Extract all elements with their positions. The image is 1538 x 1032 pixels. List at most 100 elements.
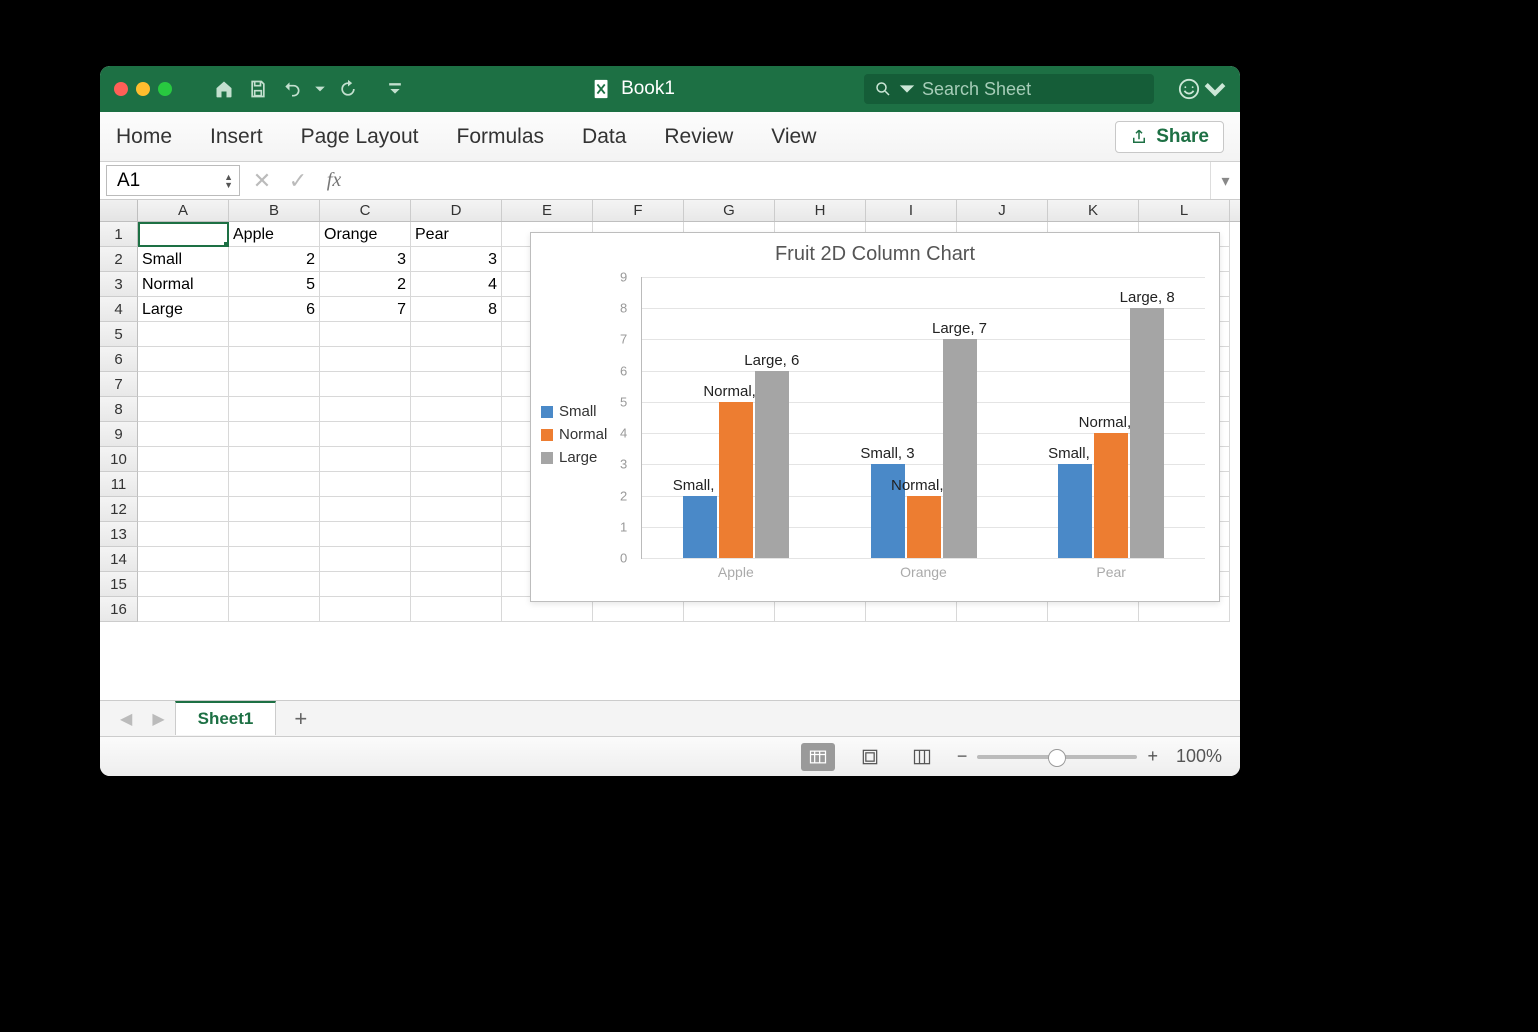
chart-bar[interactable]: [719, 402, 753, 558]
col-header-B[interactable]: B: [229, 200, 320, 221]
cell-B1[interactable]: Apple: [229, 222, 320, 247]
name-box[interactable]: A1 ▲▼: [106, 165, 240, 196]
cell-C11[interactable]: [320, 472, 411, 497]
cell-C13[interactable]: [320, 522, 411, 547]
col-header-C[interactable]: C: [320, 200, 411, 221]
cell-C3[interactable]: 2: [320, 272, 411, 297]
select-all-corner[interactable]: [100, 200, 138, 221]
row-header[interactable]: 7: [100, 372, 138, 397]
cell-D16[interactable]: [411, 597, 502, 622]
cell-B14[interactable]: [229, 547, 320, 572]
next-sheet-button[interactable]: ▶: [142, 709, 174, 729]
home-icon[interactable]: [212, 77, 236, 101]
cell-B16[interactable]: [229, 597, 320, 622]
row-header[interactable]: 12: [100, 497, 138, 522]
cell-A2[interactable]: Small: [138, 247, 229, 272]
view-normal-button[interactable]: [801, 743, 835, 771]
cell-C5[interactable]: [320, 322, 411, 347]
embedded-chart[interactable]: Fruit 2D Column Chart Small Normal Large…: [530, 232, 1220, 602]
row-header[interactable]: 15: [100, 572, 138, 597]
row-header[interactable]: 5: [100, 322, 138, 347]
cell-D5[interactable]: [411, 322, 502, 347]
sheet-tab-sheet1[interactable]: Sheet1: [175, 701, 277, 735]
cell-C15[interactable]: [320, 572, 411, 597]
col-header-E[interactable]: E: [502, 200, 593, 221]
row-header[interactable]: 3: [100, 272, 138, 297]
cell-A15[interactable]: [138, 572, 229, 597]
cell-A7[interactable]: [138, 372, 229, 397]
cell-D14[interactable]: [411, 547, 502, 572]
col-header-D[interactable]: D: [411, 200, 502, 221]
tab-home[interactable]: Home: [116, 125, 172, 149]
cell-A6[interactable]: [138, 347, 229, 372]
row-header[interactable]: 1: [100, 222, 138, 247]
cell-A9[interactable]: [138, 422, 229, 447]
cell-C16[interactable]: [320, 597, 411, 622]
cell-D15[interactable]: [411, 572, 502, 597]
cell-C10[interactable]: [320, 447, 411, 472]
cell-A4[interactable]: Large: [138, 297, 229, 322]
cell-B7[interactable]: [229, 372, 320, 397]
col-header-G[interactable]: G: [684, 200, 775, 221]
undo-dropdown-icon[interactable]: [314, 77, 326, 101]
cell-A3[interactable]: Normal: [138, 272, 229, 297]
zoom-slider[interactable]: [977, 755, 1137, 759]
cell-B12[interactable]: [229, 497, 320, 522]
chart-bar[interactable]: [907, 496, 941, 558]
cell-A10[interactable]: [138, 447, 229, 472]
cell-B10[interactable]: [229, 447, 320, 472]
row-header[interactable]: 13: [100, 522, 138, 547]
cell-D3[interactable]: 4: [411, 272, 502, 297]
col-header-F[interactable]: F: [593, 200, 684, 221]
tab-data[interactable]: Data: [582, 125, 626, 149]
cell-B9[interactable]: [229, 422, 320, 447]
row-header[interactable]: 14: [100, 547, 138, 572]
cell-C14[interactable]: [320, 547, 411, 572]
cell-B5[interactable]: [229, 322, 320, 347]
cell-A8[interactable]: [138, 397, 229, 422]
cell-D11[interactable]: [411, 472, 502, 497]
col-header-L[interactable]: L: [1139, 200, 1230, 221]
cell-C4[interactable]: 7: [320, 297, 411, 322]
view-page-layout-button[interactable]: [853, 743, 887, 771]
prev-sheet-button[interactable]: ◀: [110, 709, 142, 729]
redo-icon[interactable]: [336, 77, 360, 101]
formula-input[interactable]: [352, 162, 1210, 199]
cell-D1[interactable]: Pear: [411, 222, 502, 247]
tab-formulas[interactable]: Formulas: [457, 125, 545, 149]
qat-customize-icon[interactable]: [388, 77, 402, 101]
row-header[interactable]: 8: [100, 397, 138, 422]
row-header[interactable]: 11: [100, 472, 138, 497]
cell-C7[interactable]: [320, 372, 411, 397]
col-header-A[interactable]: A: [138, 200, 229, 221]
zoom-out-button[interactable]: −: [957, 746, 968, 767]
maximize-window-button[interactable]: [158, 82, 172, 96]
cell-B3[interactable]: 5: [229, 272, 320, 297]
cancel-formula-button[interactable]: ✕: [244, 162, 280, 199]
col-header-H[interactable]: H: [775, 200, 866, 221]
cell-D4[interactable]: 8: [411, 297, 502, 322]
cell-A1[interactable]: [138, 222, 229, 247]
cell-C1[interactable]: Orange: [320, 222, 411, 247]
cell-C6[interactable]: [320, 347, 411, 372]
cell-D10[interactable]: [411, 447, 502, 472]
cell-D8[interactable]: [411, 397, 502, 422]
name-box-stepper[interactable]: ▲▼: [224, 173, 233, 189]
cell-D9[interactable]: [411, 422, 502, 447]
col-header-I[interactable]: I: [866, 200, 957, 221]
undo-icon[interactable]: [280, 77, 304, 101]
add-sheet-button[interactable]: +: [276, 706, 325, 732]
row-header[interactable]: 4: [100, 297, 138, 322]
confirm-formula-button[interactable]: ✓: [280, 162, 316, 199]
chart-bar[interactable]: [755, 371, 789, 558]
fx-button[interactable]: fx: [316, 162, 352, 199]
cell-A14[interactable]: [138, 547, 229, 572]
row-header[interactable]: 16: [100, 597, 138, 622]
chart-bar[interactable]: [1094, 433, 1128, 558]
cell-B13[interactable]: [229, 522, 320, 547]
cell-C9[interactable]: [320, 422, 411, 447]
cell-A11[interactable]: [138, 472, 229, 497]
cell-B15[interactable]: [229, 572, 320, 597]
chart-bar[interactable]: [1058, 464, 1092, 558]
cell-D2[interactable]: 3: [411, 247, 502, 272]
